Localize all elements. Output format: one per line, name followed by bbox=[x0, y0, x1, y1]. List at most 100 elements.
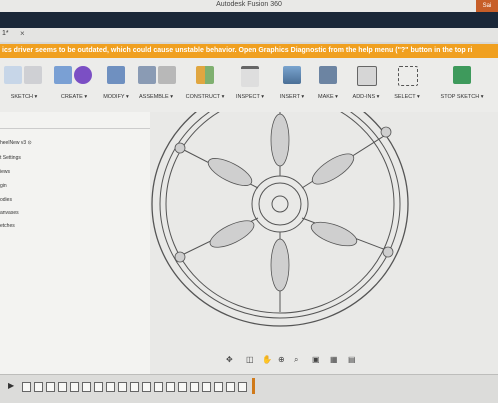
timeline-feature[interactable] bbox=[58, 382, 67, 392]
browser-item[interactable]: gin bbox=[0, 183, 7, 189]
viewport-nav-bar: ✥ ◫ ✋ ⊕ ⌕ ▣ ▦ ▤ bbox=[220, 352, 380, 366]
browser-item[interactable]: iews bbox=[0, 169, 10, 175]
timeline-feature[interactable] bbox=[94, 382, 103, 392]
toolbar-select[interactable]: SELECT ▾ bbox=[388, 60, 426, 110]
ribbon-toolbar: SKETCH ▾ CREATE ▾ MODIFY ▾ ASSEMBLE ▾ CO… bbox=[0, 58, 498, 113]
viewports-icon[interactable]: ▤ bbox=[348, 355, 356, 364]
timeline-feature[interactable] bbox=[154, 382, 163, 392]
create-label: CREATE ▾ bbox=[60, 94, 88, 100]
pan-icon[interactable]: ✋ bbox=[262, 354, 272, 364]
close-tab-icon[interactable]: × bbox=[20, 29, 25, 38]
timeline-feature[interactable] bbox=[190, 382, 199, 392]
graphics-driver-warning: ics driver seems to be outdated, which c… bbox=[0, 44, 498, 58]
timeline-feature[interactable] bbox=[178, 382, 187, 392]
window-title: Autodesk Fusion 360 bbox=[216, 1, 282, 8]
select-cursor-icon[interactable] bbox=[398, 66, 418, 86]
title-bar: Autodesk Fusion 360 Sai bbox=[0, 0, 498, 12]
warning-text: ics driver seems to be outdated, which c… bbox=[2, 47, 473, 54]
create-icons bbox=[50, 62, 98, 88]
timeline-feature[interactable] bbox=[166, 382, 175, 392]
sketch-icons bbox=[0, 62, 48, 88]
toolbar-addins[interactable]: ADD-INS ▾ bbox=[346, 60, 386, 110]
user-badge[interactable]: Sai bbox=[476, 0, 498, 12]
design-canvas[interactable] bbox=[150, 81, 498, 374]
timeline-feature[interactable] bbox=[82, 382, 91, 392]
timeline-feature[interactable] bbox=[106, 382, 115, 392]
insert-icons bbox=[272, 62, 312, 88]
timeline-feature[interactable] bbox=[118, 382, 127, 392]
make-label: MAKE ▾ bbox=[318, 94, 338, 100]
browser-item[interactable]: anvases bbox=[0, 210, 19, 216]
measure-icon[interactable] bbox=[241, 66, 259, 87]
play-icon[interactable]: ▶ bbox=[8, 381, 14, 390]
select-label: SELECT ▾ bbox=[394, 94, 420, 100]
timeline-feature[interactable] bbox=[70, 382, 79, 392]
document-tab-strip: 1* × bbox=[0, 28, 498, 42]
inspect-label: INSPECT ▾ bbox=[235, 94, 265, 100]
timeline-bar: ▶ bbox=[0, 374, 498, 403]
fit-icon[interactable]: ⌕ bbox=[294, 355, 298, 364]
modify-label: MODIFY ▾ bbox=[103, 94, 129, 100]
browser-item[interactable]: etches bbox=[0, 223, 15, 229]
toolbar-construct[interactable]: CONSTRUCT ▾ bbox=[180, 60, 230, 110]
timeline-feature[interactable] bbox=[226, 382, 235, 392]
browser-item[interactable]: odies bbox=[0, 197, 12, 203]
insert-label: INSERT ▾ bbox=[279, 94, 305, 100]
toolbar-sketch[interactable]: SKETCH ▾ bbox=[0, 60, 48, 110]
assemble-label: ASSEMBLE ▾ bbox=[139, 94, 173, 100]
scripts-icon[interactable] bbox=[357, 66, 377, 86]
browser-root[interactable]: heelNew v3 ⊙ bbox=[0, 140, 32, 146]
browser-item[interactable]: t Settings bbox=[0, 155, 21, 161]
timeline-feature[interactable] bbox=[142, 382, 151, 392]
stop-sketch-icons bbox=[430, 62, 494, 88]
browser-panel: heelNew v3 ⊙ t Settings iews gin odies a… bbox=[0, 112, 150, 374]
toolbar-assemble[interactable]: ASSEMBLE ▾ bbox=[134, 60, 178, 110]
undo-icon[interactable] bbox=[4, 66, 22, 84]
finish-sketch-icon[interactable] bbox=[453, 66, 471, 84]
toolbar-modify[interactable]: MODIFY ▾ bbox=[98, 60, 134, 110]
ships-wheel-sketch bbox=[151, 81, 409, 327]
timeline-feature[interactable] bbox=[214, 382, 223, 392]
timeline-feature[interactable] bbox=[46, 382, 55, 392]
display-settings-icon[interactable]: ▣ bbox=[312, 355, 320, 364]
grid-icon[interactable]: ▦ bbox=[330, 355, 338, 364]
toolbar-stop-sketch[interactable]: STOP SKETCH ▾ bbox=[430, 60, 494, 110]
box-icon[interactable] bbox=[54, 66, 72, 84]
orbit-icon[interactable]: ✥ bbox=[226, 355, 233, 364]
joint-icon[interactable] bbox=[158, 66, 176, 84]
timeline-feature[interactable] bbox=[22, 382, 31, 392]
insert-image-icon[interactable] bbox=[283, 66, 301, 84]
record-icon[interactable]: ⊙ bbox=[28, 140, 32, 146]
assemble-icons bbox=[134, 62, 178, 88]
toolbar-make[interactable]: MAKE ▾ bbox=[312, 60, 344, 110]
rectangle-icon[interactable] bbox=[24, 66, 42, 84]
sphere-icon[interactable] bbox=[74, 66, 92, 84]
timeline-feature[interactable] bbox=[34, 382, 43, 392]
new-component-icon[interactable] bbox=[138, 66, 156, 84]
addins-label: ADD-INS ▾ bbox=[352, 94, 380, 100]
timeline-feature[interactable] bbox=[238, 382, 247, 392]
toolbar-insert[interactable]: INSERT ▾ bbox=[272, 60, 312, 110]
sketch-label: SKETCH ▾ bbox=[10, 94, 38, 100]
plane-icon[interactable] bbox=[196, 66, 214, 84]
browser-header bbox=[0, 118, 150, 129]
press-pull-icon[interactable] bbox=[107, 66, 125, 84]
timeline-feature[interactable] bbox=[130, 382, 139, 392]
modify-icons bbox=[98, 62, 134, 88]
construct-label: CONSTRUCT ▾ bbox=[185, 94, 225, 100]
toolbar-create[interactable]: CREATE ▾ bbox=[50, 60, 98, 110]
select-icons bbox=[388, 62, 426, 88]
timeline-feature[interactable] bbox=[202, 382, 211, 392]
stop-sketch-label: STOP SKETCH ▾ bbox=[440, 94, 484, 100]
timeline-marker[interactable] bbox=[252, 378, 255, 394]
zoom-icon[interactable]: ⊕ bbox=[278, 355, 285, 364]
inspect-icons bbox=[230, 62, 270, 88]
browser-root-label: heelNew v3 bbox=[0, 140, 27, 146]
make-icons bbox=[312, 62, 344, 88]
construct-icons bbox=[180, 62, 230, 88]
3d-print-icon[interactable] bbox=[319, 66, 337, 84]
toolbar-inspect[interactable]: INSPECT ▾ bbox=[230, 60, 270, 110]
addins-icons bbox=[346, 62, 386, 88]
document-tab-label[interactable]: 1* bbox=[2, 30, 9, 37]
look-at-icon[interactable]: ◫ bbox=[246, 355, 254, 364]
